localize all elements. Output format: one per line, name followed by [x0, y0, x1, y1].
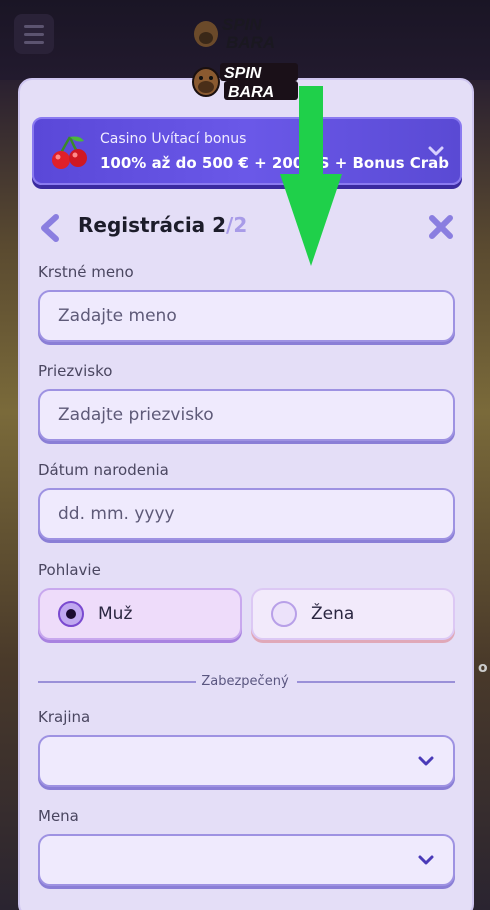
gender-option-label: Žena [311, 604, 355, 624]
page-title: Registrácia 2/2 [78, 213, 247, 237]
chevron-down-icon[interactable] [426, 141, 446, 161]
svg-text:SPIN: SPIN [222, 15, 262, 34]
brand-logo-top[interactable]: SPIN BARA [192, 12, 298, 52]
birth-date-input[interactable] [38, 488, 455, 540]
menu-icon[interactable] [14, 14, 54, 54]
svg-text:BARA: BARA [228, 84, 274, 101]
radio-unselected[interactable] [271, 601, 297, 627]
arrow-down-indicator [280, 86, 342, 266]
gender-option-label: Muž [98, 604, 133, 624]
first-name-label: Krstné meno [38, 263, 134, 281]
gender-label: Pohlavie [38, 561, 101, 579]
chevron-down-icon [418, 855, 434, 865]
svg-text:SPIN: SPIN [224, 65, 262, 82]
gender-option-male[interactable]: Muž [38, 588, 242, 640]
currency-label: Mena [38, 807, 79, 825]
last-name-input[interactable] [38, 389, 455, 441]
divider [297, 681, 455, 683]
last-name-label: Priezvisko [38, 362, 113, 380]
gender-option-female[interactable]: Žena [251, 588, 455, 640]
svg-text:BARA: BARA [226, 33, 275, 52]
bonus-title: Casino Uvítací bonus [100, 131, 247, 147]
chevron-down-icon [418, 756, 434, 766]
cherry-icon [52, 136, 87, 169]
close-icon[interactable] [428, 214, 454, 240]
back-chevron-icon[interactable] [38, 214, 62, 242]
country-label: Krajina [38, 708, 91, 726]
step-title: Registrácia 2 [78, 213, 227, 237]
step-total: /2 [226, 213, 248, 237]
birth-date-label: Dátum narodenia [38, 461, 169, 479]
bonus-subtitle: 100% až do 500 € + 200 FS + Bonus Crab [100, 154, 449, 172]
welcome-bonus-banner[interactable]: Casino Uvítací bonus 100% až do 500 € + … [32, 117, 462, 185]
first-name-input[interactable] [38, 290, 455, 342]
country-select[interactable] [38, 735, 455, 787]
radio-selected[interactable] [58, 601, 84, 627]
currency-select[interactable] [38, 834, 455, 886]
